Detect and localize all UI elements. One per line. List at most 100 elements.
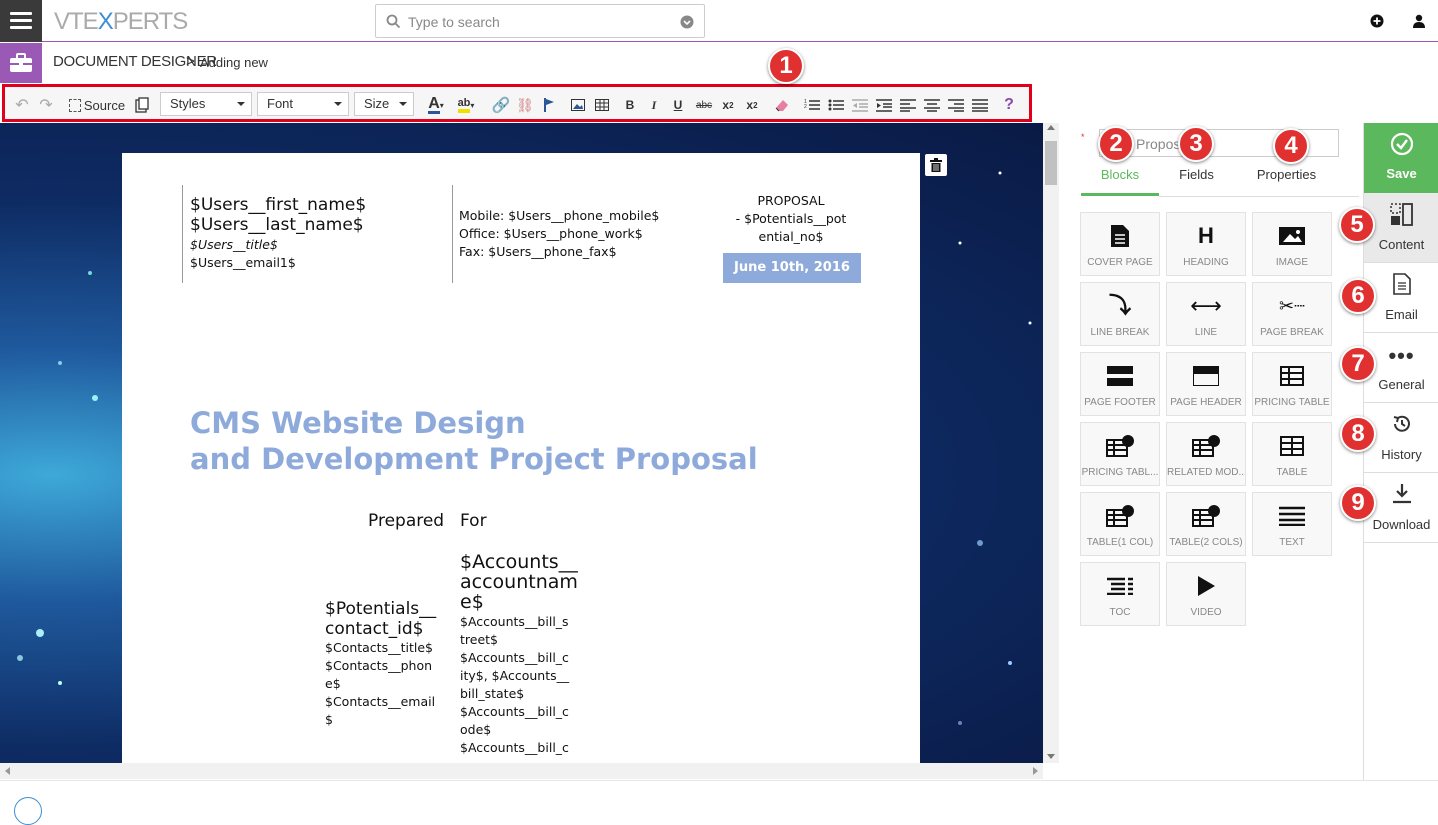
line-icon: ⟷ (1190, 293, 1222, 318)
horizontal-scrollbar[interactable] (0, 763, 1043, 779)
block-cover-page[interactable]: COVER PAGE (1080, 212, 1160, 276)
proposal-label: PROPOSAL (757, 193, 825, 208)
font-select[interactable]: Font (257, 92, 349, 116)
text-color-icon[interactable]: A ▾ (423, 95, 449, 114)
account-code-1: $Accounts__bill_c (460, 704, 569, 719)
unlink-icon[interactable]: ⛓ (515, 96, 535, 114)
prepared-label: Prepared (368, 511, 445, 531)
menu-icon[interactable] (0, 0, 42, 42)
vertical-scrollbar[interactable] (1043, 123, 1059, 763)
source-button[interactable]: Source (67, 96, 127, 114)
check-circle-icon (1390, 132, 1414, 156)
user-email: $Users__email1$ (190, 255, 296, 270)
block-table[interactable]: TABLE (1252, 422, 1332, 486)
search-box[interactable] (375, 4, 705, 38)
add-icon[interactable] (1370, 14, 1384, 28)
contact-name: $Potentials__ contact_id$ (325, 599, 436, 639)
strike-icon[interactable]: abc (695, 96, 713, 114)
search-input[interactable] (408, 12, 668, 32)
account-city-2: ity$, $Accounts__ (460, 668, 570, 683)
block-label: PAGE HEADER (1170, 397, 1242, 408)
bottom-bar (0, 780, 1438, 825)
align-justify-icon[interactable] (971, 96, 989, 114)
block-page-footer[interactable]: PAGE FOOTER (1080, 352, 1160, 416)
block-page-break[interactable]: ✂┈ PAGE BREAK (1252, 282, 1332, 346)
underline-icon[interactable]: U (671, 96, 685, 114)
block-video[interactable]: VIDEO (1166, 562, 1246, 626)
italic-icon[interactable]: I (647, 96, 661, 114)
block-pricing-table[interactable]: PRICING TABLE (1252, 352, 1332, 416)
trash-icon (930, 158, 942, 172)
block-table-2-cols[interactable]: TABLE(2 COLS) (1166, 492, 1246, 556)
subscript-icon[interactable]: x2 (719, 96, 737, 114)
account-line-3: e$ (460, 591, 484, 613)
app-logo[interactable]: VTEXPERTS (54, 8, 188, 36)
outdent-icon[interactable] (851, 96, 869, 114)
block-line-break[interactable]: ⤵ LINE BREAK (1080, 282, 1160, 346)
scissors-icon: ✂┈ (1279, 296, 1305, 316)
bulleted-list-icon[interactable] (827, 96, 845, 114)
breadcrumb-page: Adding new (200, 55, 268, 70)
align-center-icon[interactable] (923, 96, 941, 114)
image-icon[interactable] (569, 96, 587, 114)
align-left-icon[interactable] (899, 96, 917, 114)
image-icon (1253, 223, 1331, 249)
contact-title: $Contacts__title$ (325, 640, 433, 655)
nav-content[interactable]: Content (1364, 193, 1438, 263)
block-toc[interactable]: TOC (1080, 562, 1160, 626)
delete-block-button[interactable] (925, 154, 947, 176)
footer-logo-icon (14, 797, 42, 825)
user-icon[interactable] (1412, 14, 1426, 28)
account-street-1: $Accounts__bill_s (460, 614, 569, 629)
block-image[interactable]: IMAGE (1252, 212, 1332, 276)
top-bar (0, 0, 1438, 42)
size-select[interactable]: Size (354, 92, 414, 116)
block-text[interactable]: TEXT (1252, 492, 1332, 556)
styles-select[interactable]: Styles (160, 92, 252, 116)
block-line[interactable]: ⟷ LINE (1166, 282, 1246, 346)
link-icon[interactable]: 🔗 (491, 96, 511, 114)
nav-history-label: History (1381, 447, 1422, 462)
contact-phone-1: $Contacts__phon (325, 658, 433, 673)
account-name: $Accounts__ accountnam e$ (460, 552, 578, 612)
account-line-1: $Accounts__ (460, 551, 578, 573)
numbered-list-icon[interactable]: 12 (803, 96, 821, 114)
tab-blocks[interactable]: Blocks (1081, 167, 1159, 182)
superscript-icon[interactable]: x2 (743, 96, 761, 114)
tab-fields[interactable]: Fields (1159, 167, 1234, 182)
divider (182, 185, 183, 283)
module-icon[interactable] (0, 43, 42, 83)
callout-badge-5: 5 (1339, 207, 1375, 243)
undo-icon[interactable]: ↶ (13, 96, 31, 114)
callout-badge-9: 9 (1340, 485, 1376, 521)
page-footer-icon (1081, 363, 1159, 389)
align-right-icon[interactable] (947, 96, 965, 114)
title-line-2: and Development Project Proposal (190, 442, 758, 476)
block-heading[interactable]: H HEADING (1166, 212, 1246, 276)
save-button[interactable]: Save (1364, 123, 1438, 193)
block-pricing-table-2[interactable]: PRICING TABL... (1080, 422, 1160, 486)
document-page[interactable]: $Users__first_name$ $Users__last_name$ $… (122, 153, 920, 763)
nav-download-label: Download (1372, 517, 1431, 532)
user-title: $Users__title$ (190, 237, 278, 252)
table-icon[interactable] (593, 96, 611, 114)
copy-format-icon[interactable] (133, 96, 151, 114)
block-table-1-col[interactable]: TABLE(1 COL) (1080, 492, 1160, 556)
block-related-module[interactable]: RELATED MOD... (1166, 422, 1246, 486)
tab-properties[interactable]: Properties (1244, 167, 1329, 182)
block-page-header[interactable]: PAGE HEADER (1166, 352, 1246, 416)
eraser-icon[interactable] (773, 96, 791, 114)
bg-color-icon[interactable]: ab ▾ (453, 96, 479, 114)
template-name-value: Propos (1136, 136, 1181, 152)
indent-icon[interactable] (875, 96, 893, 114)
block-label: RELATED MOD... (1167, 467, 1245, 478)
chevron-down-icon[interactable] (680, 15, 694, 29)
anchor-icon[interactable] (541, 96, 557, 114)
divider (452, 185, 453, 283)
redo-icon[interactable]: ↷ (37, 96, 55, 114)
bold-icon[interactable]: B (623, 96, 637, 114)
briefcase-icon (10, 53, 32, 72)
nav-general-label: General (1378, 377, 1425, 392)
help-icon[interactable]: ? (1001, 96, 1017, 114)
page-header-icon (1167, 363, 1245, 389)
